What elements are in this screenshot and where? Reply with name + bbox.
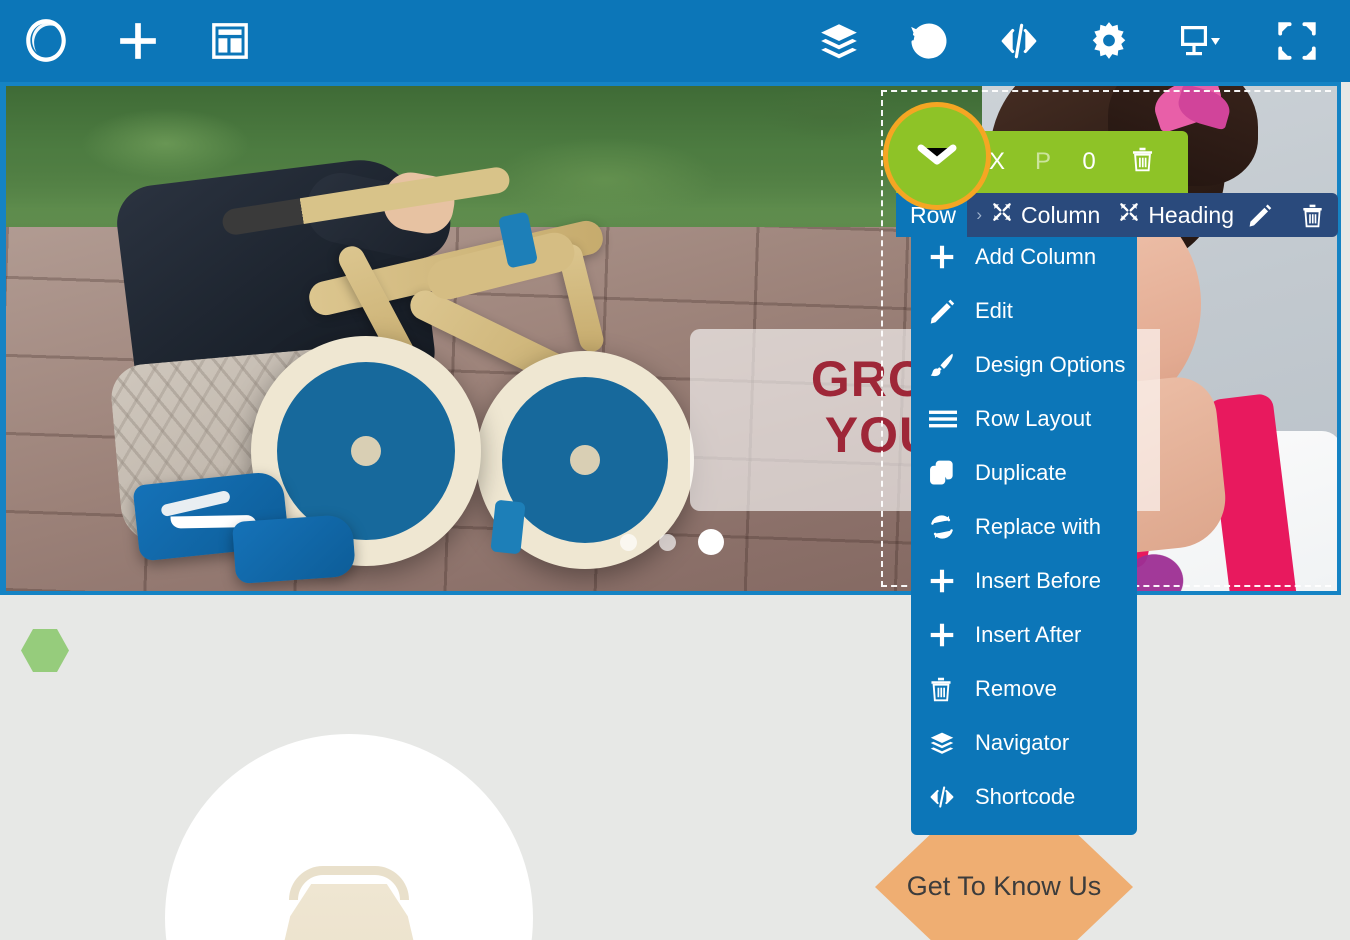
refresh-icon xyxy=(929,514,975,540)
menu-item-insert-after[interactable]: Insert After xyxy=(911,608,1137,662)
breadcrumb-separator: › xyxy=(976,205,983,224)
menu-item-insert-before[interactable]: Insert Before xyxy=(911,554,1137,608)
slider-dot-2[interactable] xyxy=(658,534,676,551)
breadcrumb-row-label: Row xyxy=(910,201,957,228)
breadcrumb-actions xyxy=(1234,193,1338,237)
get-to-know-us-label: Get To Know Us xyxy=(906,871,1102,902)
menu-item-navigator[interactable]: Navigator xyxy=(911,716,1137,770)
slider-dot-1[interactable] xyxy=(619,534,637,551)
responsive-icon[interactable] xyxy=(1154,0,1244,82)
menu-item-duplicate[interactable]: Duplicate xyxy=(911,446,1137,500)
menu-item-replace-with[interactable]: Replace with xyxy=(911,500,1137,554)
wpbakery-logo-icon[interactable] xyxy=(0,0,92,82)
menu-item-label: Duplicate xyxy=(975,460,1067,485)
menu-item-label: Replace with xyxy=(975,514,1101,539)
green-hexagon-decoration xyxy=(21,629,69,672)
move-icon xyxy=(1118,201,1140,229)
brush-icon xyxy=(929,352,975,378)
slider-pagination-dots xyxy=(6,529,1337,555)
plus-icon xyxy=(929,568,975,594)
fullscreen-icon[interactable] xyxy=(1244,0,1350,82)
column-control-trash-button[interactable] xyxy=(1112,131,1172,193)
bike-front-hub xyxy=(351,436,381,466)
menu-item-row-layout[interactable]: Row Layout xyxy=(911,392,1137,446)
templates-icon[interactable] xyxy=(184,0,276,82)
column-control-zero[interactable]: 0 xyxy=(1066,131,1112,193)
breadcrumb-edit-button[interactable] xyxy=(1234,193,1286,237)
menu-item-label: Row Layout xyxy=(975,406,1092,431)
breadcrumb-item-heading[interactable]: Heading xyxy=(1118,201,1234,229)
breadcrumb-heading-label: Heading xyxy=(1148,201,1234,228)
slider-dot-3-active[interactable] xyxy=(697,529,724,555)
gear-icon[interactable] xyxy=(1064,0,1154,82)
toolbar-left-group xyxy=(0,0,276,82)
bike-rear-hub xyxy=(570,445,600,475)
menu-item-remove[interactable]: Remove xyxy=(911,662,1137,716)
menu-item-shortcode[interactable]: Shortcode xyxy=(911,770,1137,824)
menu-item-add-column[interactable]: Add Column xyxy=(911,230,1137,284)
trash-icon xyxy=(929,676,975,702)
element-breadcrumb-bar: Row › Column Heading xyxy=(896,193,1338,237)
menu-item-label: Shortcode xyxy=(975,784,1076,809)
column-control-p[interactable]: P xyxy=(1020,131,1066,193)
code-icon xyxy=(929,784,975,810)
row-context-menu: Add Column Edit Design Options Row Layou… xyxy=(911,192,1137,835)
plus-icon xyxy=(929,244,975,270)
layers-icon[interactable] xyxy=(794,0,884,82)
row-menu-toggle-button[interactable] xyxy=(888,107,986,205)
trash-icon xyxy=(1131,146,1154,179)
lower-content-section xyxy=(0,595,1350,940)
menu-item-label: Design Options xyxy=(975,352,1126,377)
pencil-icon xyxy=(929,298,975,324)
breadcrumb-delete-button[interactable] xyxy=(1286,193,1338,237)
menu-item-label: Insert After xyxy=(975,622,1082,647)
code-icon[interactable] xyxy=(974,0,1064,82)
menu-item-edit[interactable]: Edit xyxy=(911,284,1137,338)
product-floral-dress xyxy=(244,884,454,940)
toolbar-right-group xyxy=(794,0,1350,82)
history-icon[interactable] xyxy=(884,0,974,82)
balance-bike-child-photo xyxy=(6,86,766,591)
chevron-down-icon xyxy=(914,139,960,174)
menu-item-design-options[interactable]: Design Options xyxy=(911,338,1137,392)
plus-icon xyxy=(929,622,975,648)
menu-item-label: Insert Before xyxy=(975,568,1101,593)
menu-item-label: Navigator xyxy=(975,730,1070,755)
copy-icon xyxy=(929,460,975,486)
product-image-circle xyxy=(165,734,533,940)
add-element-icon[interactable] xyxy=(92,0,184,82)
layers-icon xyxy=(929,730,975,756)
menu-item-label: Remove xyxy=(975,676,1057,701)
breadcrumb-column-label: Column xyxy=(1021,201,1101,228)
menu-item-label: Edit xyxy=(975,298,1013,323)
move-icon xyxy=(991,201,1013,229)
shoe-lace xyxy=(160,489,232,518)
rows-icon xyxy=(929,408,975,430)
breadcrumb-item-column[interactable]: Column xyxy=(991,201,1100,229)
top-toolbar xyxy=(0,0,1350,82)
menu-item-label: Add Column xyxy=(975,244,1097,269)
